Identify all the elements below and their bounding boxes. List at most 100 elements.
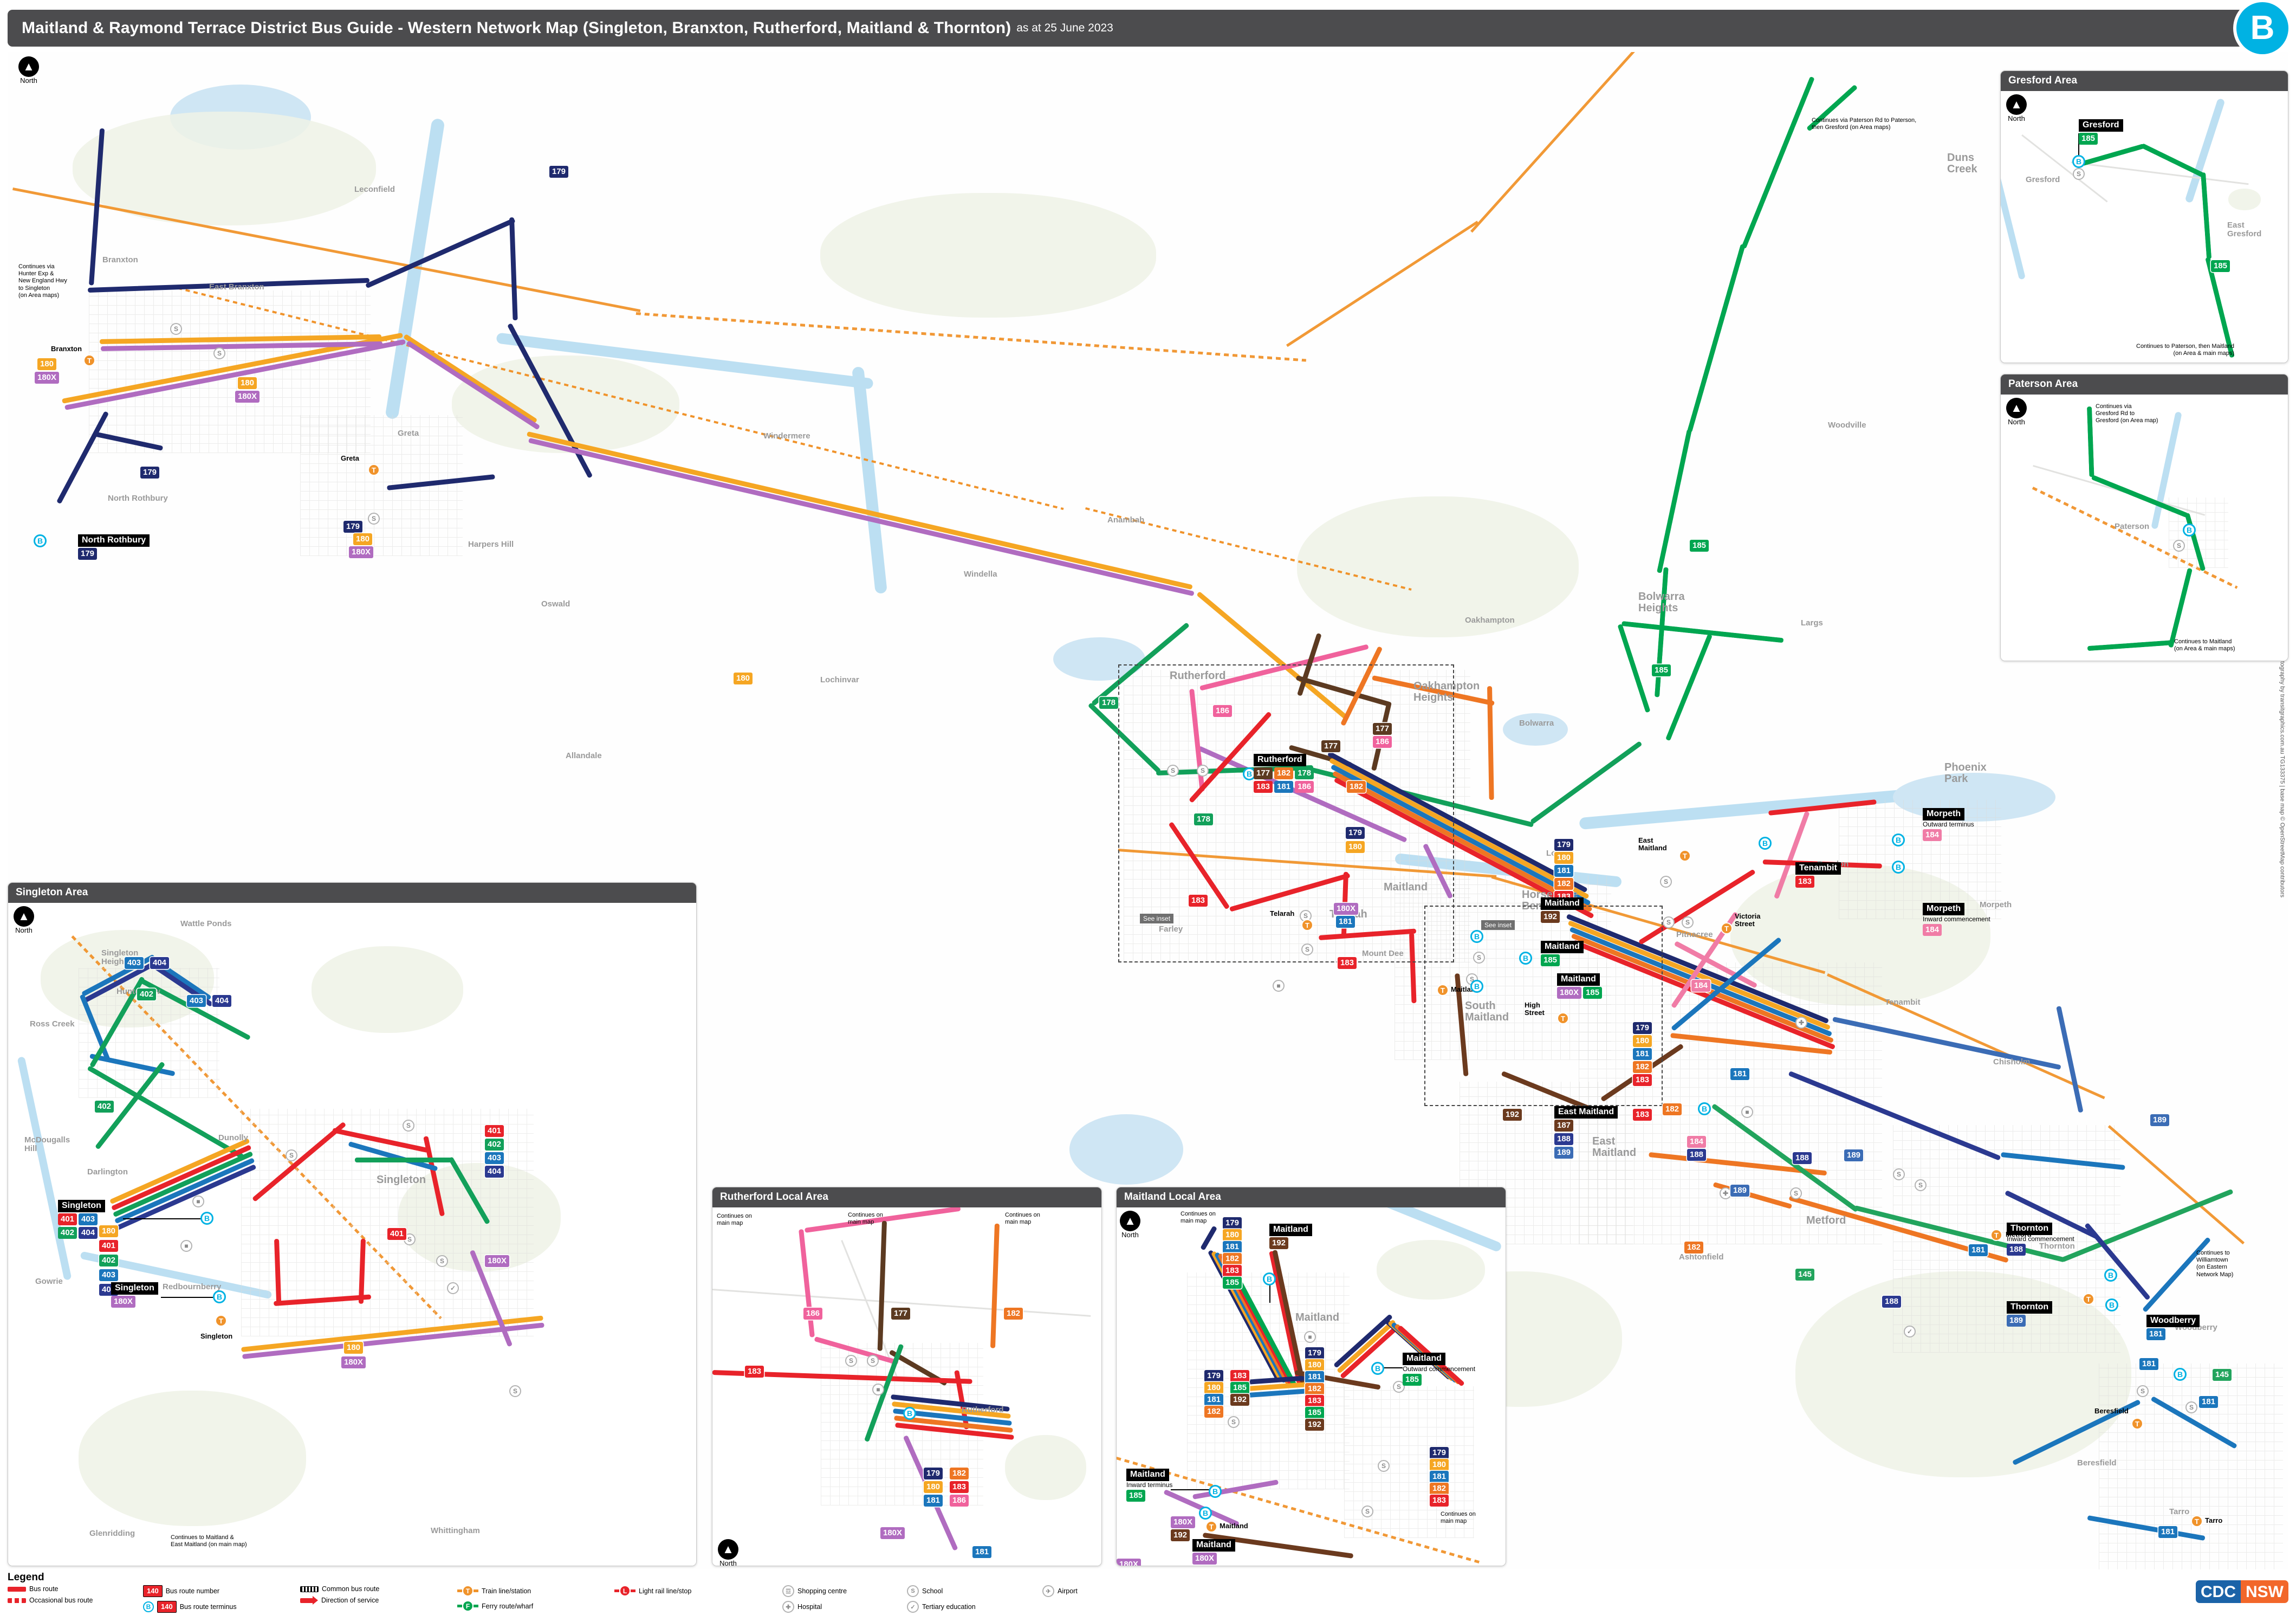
shopping-centre-icon[interactable]: ■ [1304, 1331, 1316, 1343]
shopping-centre-icon[interactable]: ■ [872, 1384, 884, 1395]
school-icon[interactable]: S [1167, 765, 1179, 777]
tertiary-education-icon[interactable]: ✓ [1904, 1326, 1916, 1337]
leader-line [1383, 1367, 1403, 1368]
school-icon[interactable]: S [1197, 765, 1209, 777]
bus-terminus-icon[interactable]: B [1470, 980, 1483, 993]
school-icon[interactable]: S [403, 1120, 414, 1132]
school-icon[interactable]: S [1660, 876, 1672, 888]
bus-terminus-icon[interactable]: B [1371, 1362, 1384, 1375]
bus-terminus-icon[interactable]: B [200, 1212, 213, 1225]
route-badge-182: 182 [1305, 1383, 1325, 1395]
bus-terminus-icon[interactable]: B [1698, 1102, 1711, 1115]
bus-terminus-icon[interactable]: B [1892, 861, 1905, 874]
hospital-icon[interactable]: ✚ [1795, 1017, 1807, 1029]
route-line-185 [1655, 567, 1669, 697]
school-icon[interactable]: S [845, 1355, 857, 1367]
legend-item-bus-route-terminus: B 140 Bus route terminus [143, 1601, 300, 1613]
terminus-name: Maitland [1541, 941, 1584, 953]
train-station-icon[interactable]: T [1721, 922, 1733, 934]
school-icon[interactable]: S [1473, 952, 1485, 964]
train-station-icon[interactable]: T [2083, 1293, 2094, 1305]
school-icon[interactable]: S [1682, 916, 1694, 928]
hospital-icon[interactable]: ✚ [1720, 1187, 1731, 1199]
route-badge-189: 189 [1730, 1185, 1750, 1197]
school-icon[interactable]: S [1915, 1179, 1927, 1191]
school-icon[interactable]: S [867, 1355, 879, 1367]
train-station-icon[interactable]: T [2191, 1515, 2203, 1527]
school-icon[interactable]: S [213, 347, 225, 359]
see-inset-label-maitland[interactable]: See inset [1481, 920, 1515, 930]
school-icon[interactable]: S [1790, 1187, 1802, 1199]
school-icon[interactable]: S [1378, 1460, 1390, 1472]
school-icon[interactable]: S [286, 1149, 297, 1161]
bus-terminus-icon[interactable]: B [1759, 837, 1772, 850]
school-icon[interactable]: S [2073, 168, 2085, 180]
terminus-maitland-180x-185: Maitland 180X 185 [1557, 973, 1603, 999]
school-icon[interactable]: S [1228, 1416, 1240, 1428]
train-station-icon[interactable]: T [83, 354, 95, 366]
route-badge-182: 182 [950, 1468, 969, 1479]
school-icon[interactable]: S [2185, 1401, 2197, 1413]
shopping-centre-icon[interactable]: ■ [1741, 1106, 1753, 1118]
school-icon[interactable]: S [1663, 916, 1675, 928]
panel-body[interactable]: ▲ North 403 404 403 404 Singleton Height… [8, 903, 696, 1566]
shopping-centre-icon[interactable]: ■ [1273, 980, 1285, 992]
bus-terminus-icon[interactable]: B [1470, 930, 1483, 943]
train-station-icon[interactable]: T [1679, 850, 1691, 862]
school-icon[interactable]: S [2137, 1385, 2149, 1397]
train-station-icon[interactable]: T [1557, 1012, 1569, 1024]
station-label: Maitland [1220, 1522, 1248, 1530]
panel-singleton-area[interactable]: Singleton Area ▲ North 403 404 403 404 S… [8, 882, 697, 1566]
panel-rutherford-local-area[interactable]: Rutherford Local Area Continues on main … [712, 1187, 1102, 1566]
train-station-icon[interactable]: T [2131, 1418, 2143, 1430]
bus-terminus-icon[interactable]: B [2104, 1269, 2117, 1282]
bus-terminus-icon[interactable]: B [1263, 1272, 1276, 1285]
bus-terminus-icon[interactable]: B [213, 1290, 226, 1303]
bus-terminus-icon[interactable]: B [1199, 1507, 1212, 1520]
bus-terminus-icon[interactable]: B [1209, 1485, 1222, 1498]
bus-terminus-icon[interactable]: B [2105, 1298, 2118, 1311]
panel-maitland-local-area[interactable]: Maitland Local Area ▲ North Continues on… [1116, 1187, 1506, 1566]
terminus-name: North Rothbury [78, 534, 150, 547]
train-station-icon[interactable]: T [1437, 984, 1449, 996]
panel-paterson-area[interactable]: Paterson Area ▲ North Continues via Gres… [2000, 374, 2288, 661]
bus-terminus-icon[interactable]: B [2174, 1368, 2187, 1381]
bus-terminus-icon[interactable]: B [1519, 952, 1532, 965]
tertiary-education-icon[interactable]: ✓ [447, 1282, 459, 1294]
bus-terminus-icon[interactable]: B [2072, 155, 2085, 168]
school-icon[interactable]: S [1361, 1505, 1373, 1517]
train-station-icon[interactable]: T [1990, 1229, 2002, 1241]
panel-body[interactable]: ▲ North Continues via Gresford Rd to Gre… [2001, 395, 2288, 661]
train-station-icon[interactable]: T [1205, 1521, 1217, 1533]
river [852, 366, 887, 594]
route-badge-179: 179 [924, 1468, 943, 1479]
school-icon[interactable]: S [2173, 540, 2185, 552]
see-inset-label-rutherford[interactable]: See inset [1140, 914, 1174, 923]
train-station-icon[interactable]: T [215, 1315, 227, 1327]
panel-gresford-area[interactable]: Gresford Area ▲ North B S Gresford 185 1… [2000, 70, 2288, 363]
route-line-179 [56, 411, 109, 505]
train-station-icon[interactable]: T [1301, 919, 1313, 931]
route-badge-189: 189 [2150, 1114, 2170, 1126]
route-badge-401: 401 [485, 1125, 504, 1137]
panel-title: Singleton Area [8, 883, 696, 903]
bus-terminus-icon[interactable]: B [34, 534, 47, 547]
school-icon[interactable]: S [436, 1255, 448, 1267]
panel-body[interactable]: ▲ North Continues on main map 179 180 18… [1117, 1207, 1506, 1566]
route-badge-185: 185 [1223, 1277, 1242, 1289]
shopping-centre-icon[interactable]: ■ [192, 1196, 204, 1207]
highway [1470, 52, 1646, 233]
shopping-centre-icon[interactable]: ■ [180, 1240, 192, 1252]
bus-terminus-icon[interactable]: B [903, 1407, 916, 1420]
panel-body[interactable]: ▲ North B S Gresford 185 185 Gresford Ea… [2001, 91, 2288, 363]
school-icon[interactable]: S [170, 323, 182, 335]
school-icon[interactable]: S [509, 1385, 521, 1397]
panel-body[interactable]: Continues on main map Continues on main … [712, 1207, 1101, 1566]
bus-terminus-icon[interactable]: B [1892, 833, 1905, 846]
school-icon[interactable]: S [1893, 1168, 1905, 1180]
bus-stop-icon[interactable]: B [2183, 524, 2196, 537]
school-icon[interactable]: S [1301, 944, 1313, 955]
school-icon[interactable]: S [368, 513, 380, 525]
train-station-icon[interactable]: T [368, 464, 380, 476]
place-label: Beresfield [2077, 1458, 2117, 1468]
